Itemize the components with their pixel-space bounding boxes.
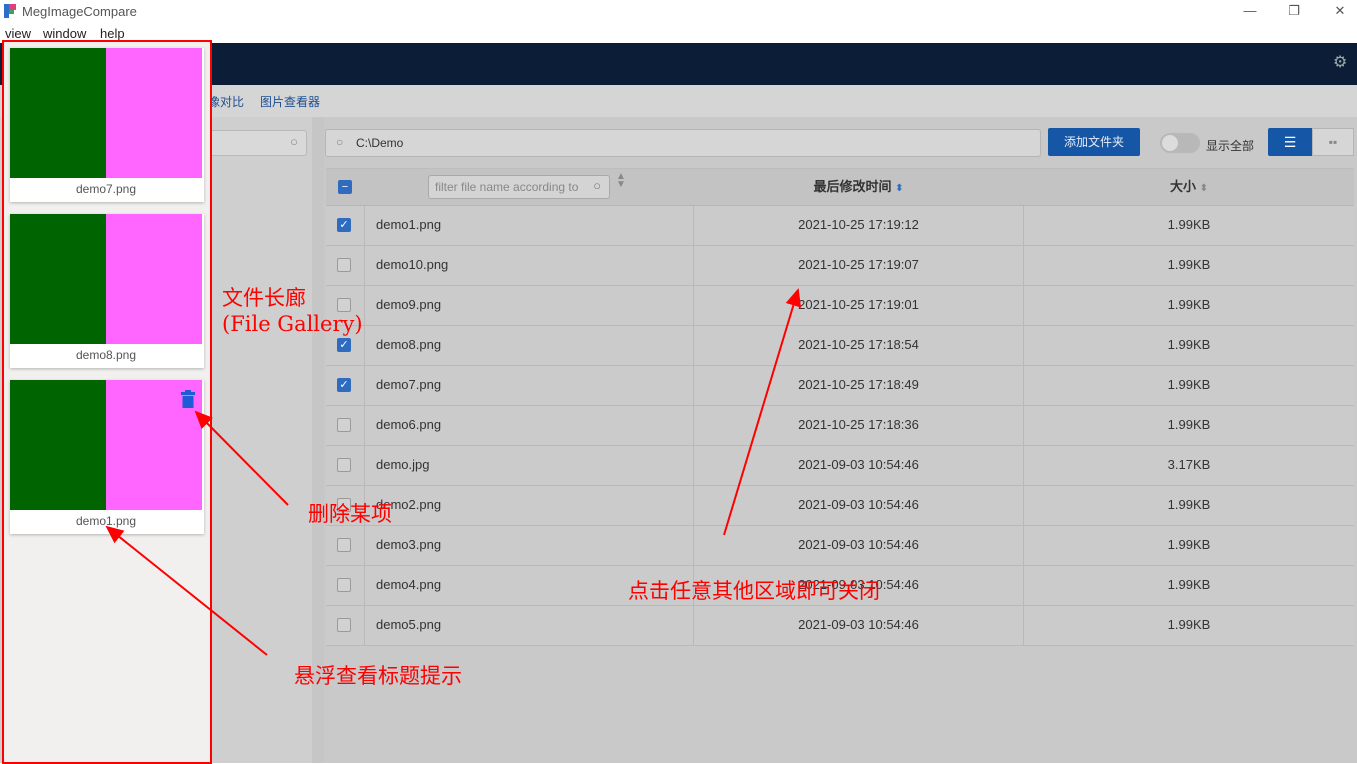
- arrow-to-hover: [105, 525, 268, 656]
- annotation-delete: 删除某项: [308, 502, 392, 526]
- annotation-hover: 悬浮查看标题提示: [294, 664, 462, 688]
- arrow-to-delete: [194, 410, 289, 506]
- annotation-gallery-en: (File Gallery): [222, 312, 363, 336]
- annotation-arrows: [105, 288, 802, 656]
- annotation-gallery: 文件长廊: [222, 286, 306, 310]
- annotation-close: 点击任意其他区域即可关闭: [628, 579, 880, 603]
- arrow-to-close-area: [723, 288, 802, 536]
